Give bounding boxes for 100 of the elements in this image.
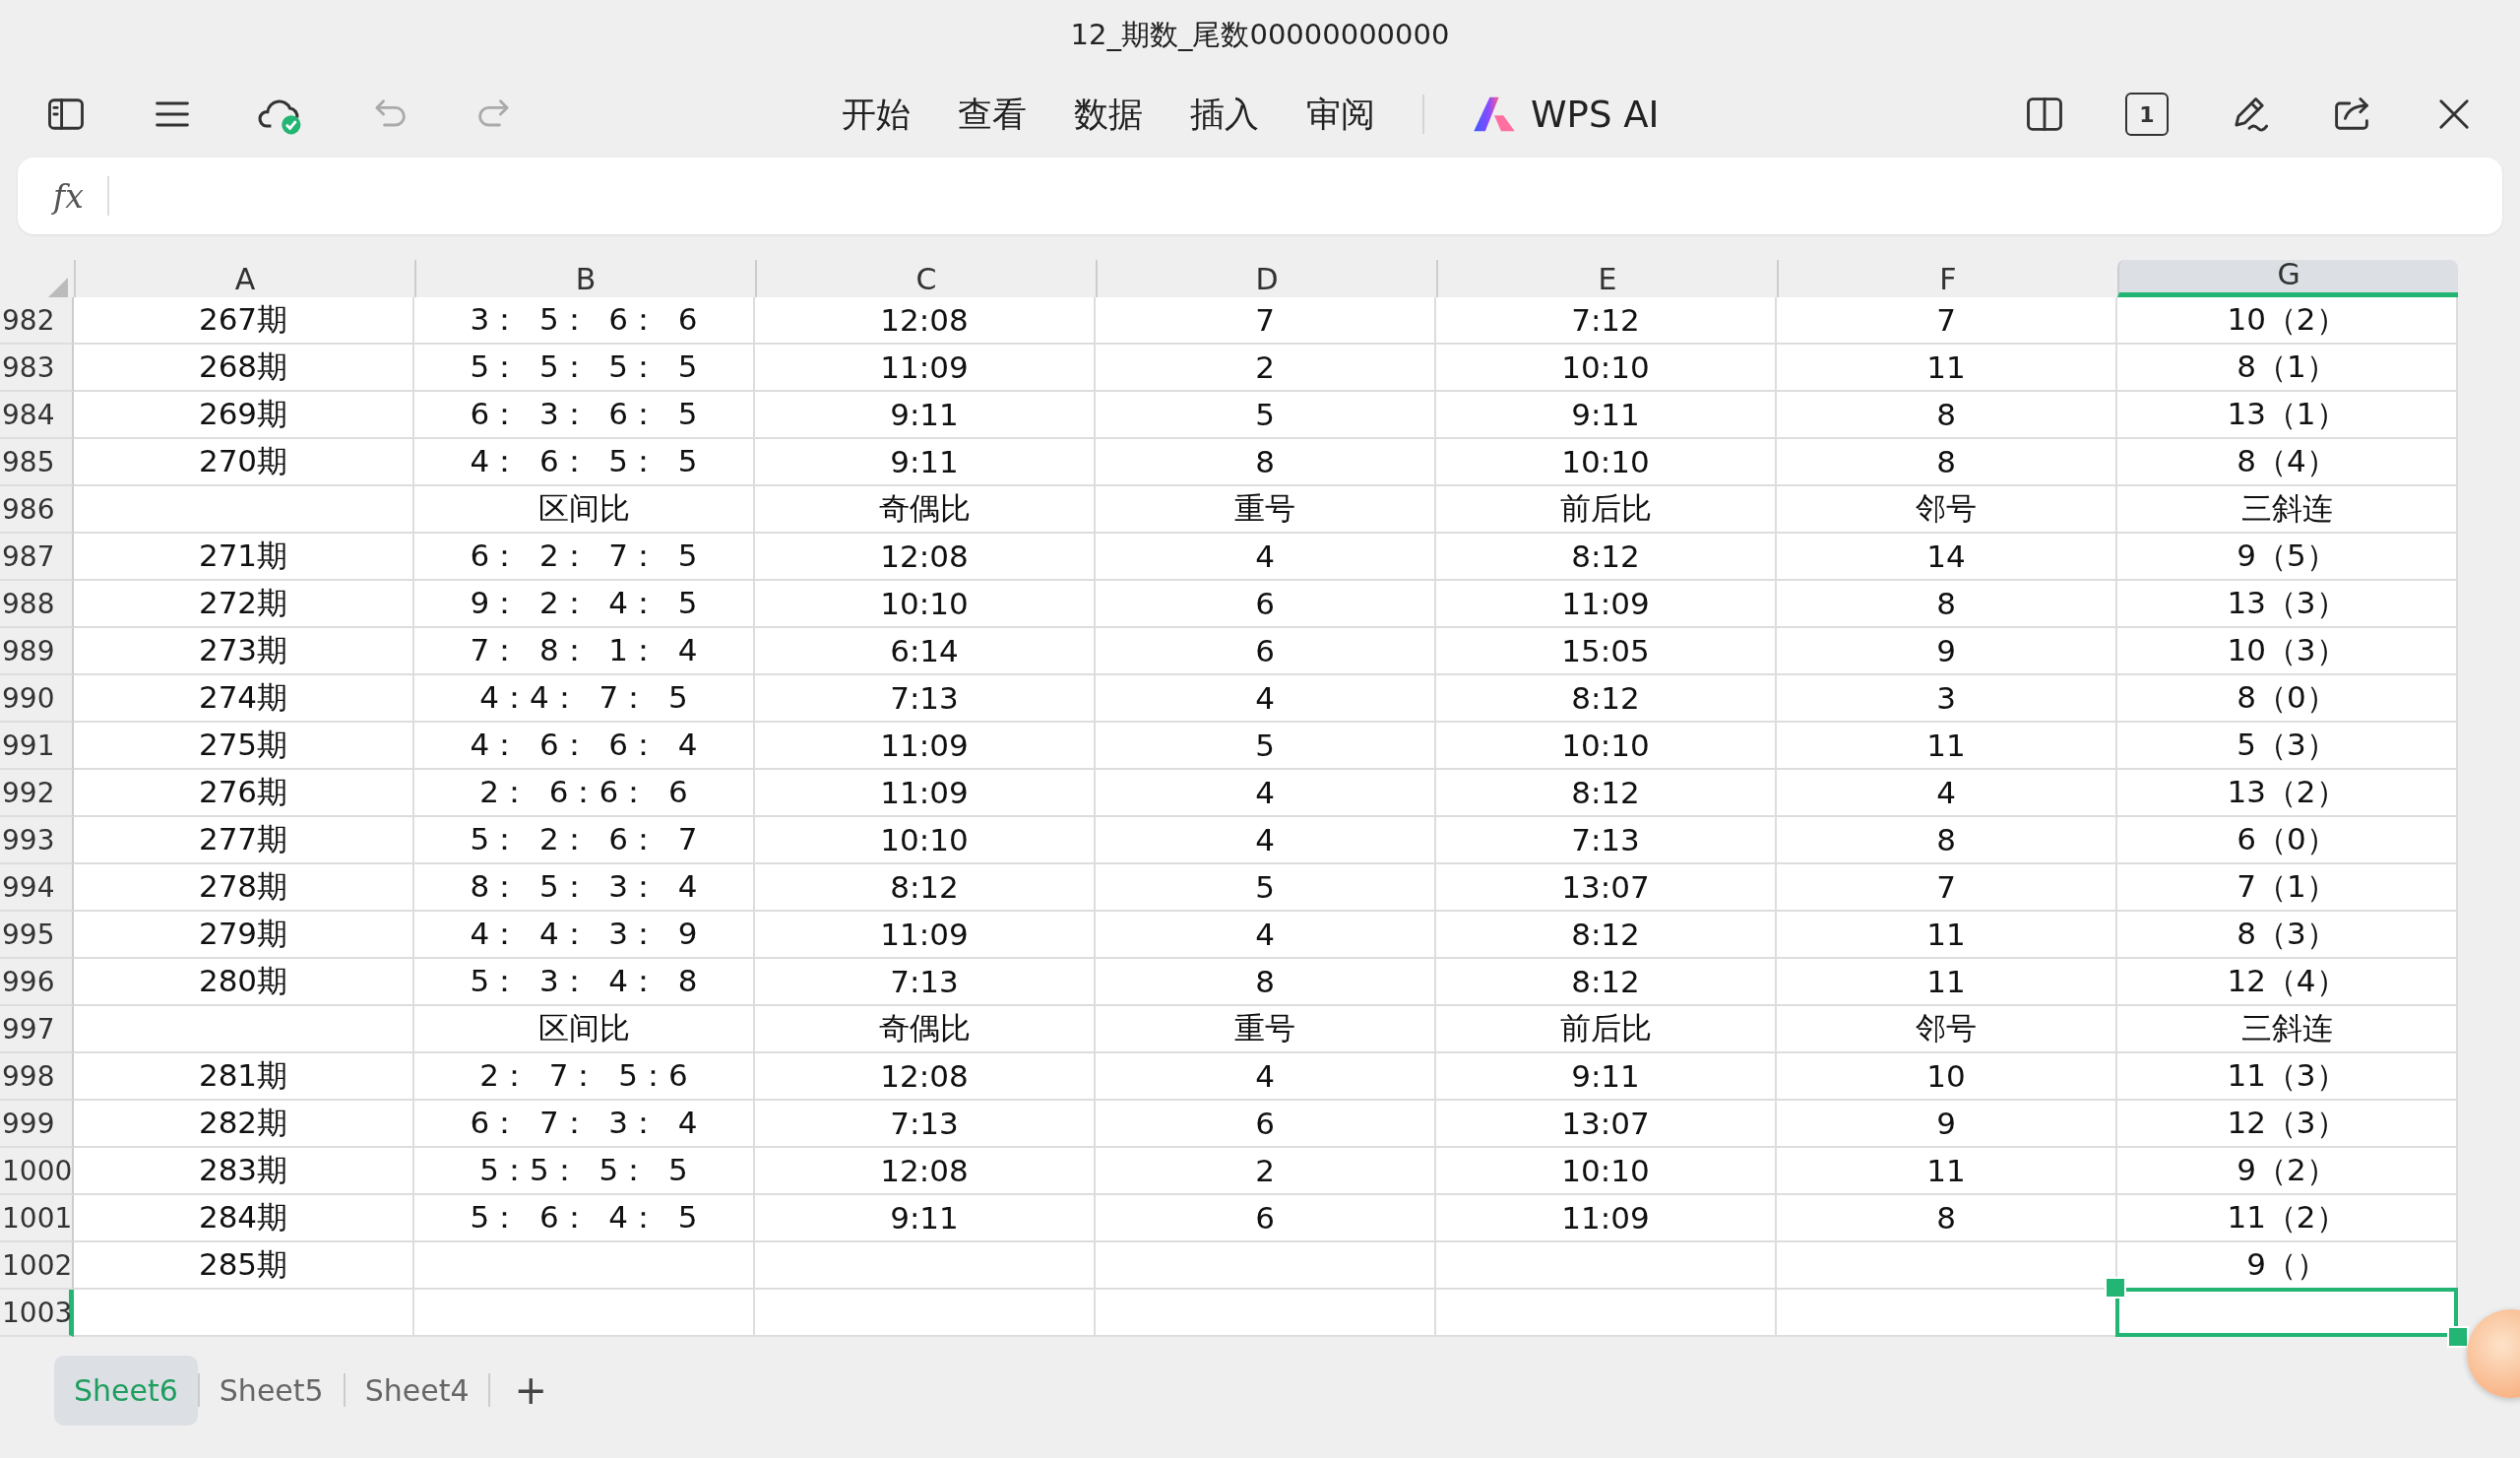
table-cell: 5（3）: [2117, 723, 2458, 770]
table-cell: 13（3）: [2117, 581, 2458, 628]
table-cell: 9:11: [1436, 392, 1777, 439]
table-cell: 269期: [74, 392, 414, 439]
table-cell: 9:11: [755, 392, 1096, 439]
table-cell: 12:08: [755, 1148, 1096, 1195]
menu-tab[interactable]: 开始: [842, 91, 911, 138]
row-header[interactable]: 1002: [0, 1242, 74, 1290]
table-cell: 8（1）: [2117, 345, 2458, 392]
table-cell: 7: [1777, 297, 2117, 345]
row-header[interactable]: 983: [0, 345, 74, 392]
table-cell: 2: [1096, 345, 1436, 392]
table-cell: 13:07: [1436, 1101, 1777, 1148]
table-cell: 4: [1096, 817, 1436, 864]
table-cell: 5: [1096, 392, 1436, 439]
table-cell: 9（2）: [2117, 1148, 2458, 1195]
table-cell: 11: [1777, 345, 2117, 392]
row-header[interactable]: 984: [0, 392, 74, 439]
row-header[interactable]: 996: [0, 959, 74, 1006]
row-header[interactable]: 995: [0, 912, 74, 959]
formula-bar[interactable]: fx: [18, 158, 2502, 234]
table-cell: 10:10: [1436, 345, 1777, 392]
table-cell: 8: [1777, 1195, 2117, 1242]
table-cell: 9： 2： 4： 5: [414, 581, 755, 628]
menu-tab[interactable]: 查看: [958, 91, 1027, 138]
fx-label: fx: [50, 176, 85, 216]
table-cell: 3： 5： 6： 6: [414, 297, 755, 345]
table-cell: 7:13: [755, 1101, 1096, 1148]
sheet-tab[interactable]: Sheet5: [199, 1355, 344, 1426]
row-header[interactable]: 990: [0, 675, 74, 723]
row-header[interactable]: 999: [0, 1101, 74, 1148]
table-cell: 10:10: [755, 581, 1096, 628]
menu-tab[interactable]: 插入: [1190, 91, 1259, 138]
table-cell: 4： 6： 5： 5: [414, 439, 755, 486]
row-header[interactable]: 988: [0, 581, 74, 628]
table-cell: 5：5： 5： 5: [414, 1148, 755, 1195]
table-cell: 奇偶比: [755, 1006, 1096, 1053]
row-header[interactable]: 1001: [0, 1195, 74, 1242]
table-cell: 8:12: [1436, 770, 1777, 817]
table-cell: 13（1）: [2117, 392, 2458, 439]
sheet-tab[interactable]: Sheet4: [345, 1355, 489, 1426]
table-cell: 6（0）: [2117, 817, 2458, 864]
table-cell: 8:12: [755, 864, 1096, 912]
table-cell: 7:12: [1436, 297, 1777, 345]
ai-button[interactable]: WPS AI: [1472, 93, 1660, 136]
table-cell: 奇偶比: [755, 486, 1096, 534]
table-cell: 10:10: [1436, 1148, 1777, 1195]
table-cell: 11:09: [755, 345, 1096, 392]
table-cell: 7:13: [1436, 817, 1777, 864]
table-cell: 4: [1096, 675, 1436, 723]
table-cell: 11（2）: [2117, 1195, 2458, 1242]
table-cell: 10:10: [1436, 723, 1777, 770]
table-cell: 11: [1777, 912, 2117, 959]
table-cell: 4： 4： 3： 9: [414, 912, 755, 959]
table-cell: 2： 6：6： 6: [414, 770, 755, 817]
menu-tab[interactable]: 审阅: [1306, 91, 1375, 138]
row-header[interactable]: 982: [0, 297, 74, 345]
table-cell: 5： 3： 4： 8: [414, 959, 755, 1006]
table-cell: 5： 5： 5： 5: [414, 345, 755, 392]
table-cell: 2: [1096, 1148, 1436, 1195]
row-header[interactable]: 998: [0, 1053, 74, 1101]
table-cell: 9: [1777, 1101, 2117, 1148]
table-cell: 重号: [1096, 486, 1436, 534]
table-cell: 10:10: [1436, 439, 1777, 486]
row-header[interactable]: 986: [0, 486, 74, 534]
row-header[interactable]: 997: [0, 1006, 74, 1053]
table-cell: 284期: [74, 1195, 414, 1242]
table-cell: 270期: [74, 439, 414, 486]
page-count-button[interactable]: 1: [2125, 93, 2169, 136]
table-cell: 14: [1777, 534, 2117, 581]
table-cell: 6: [1096, 628, 1436, 675]
table-cell: 5： 6： 4： 5: [414, 1195, 755, 1242]
row-header[interactable]: 992: [0, 770, 74, 817]
table-cell: 11:09: [1436, 581, 1777, 628]
table-cell: 7： 8： 1： 4: [414, 628, 755, 675]
menu-tab[interactable]: 数据: [1074, 91, 1143, 138]
table-cell: 11:09: [755, 770, 1096, 817]
column-header[interactable]: G: [2117, 260, 2458, 297]
table-cell: 274期: [74, 675, 414, 723]
table-cell: 280期: [74, 959, 414, 1006]
row-header[interactable]: 987: [0, 534, 74, 581]
row-header[interactable]: 993: [0, 817, 74, 864]
row-header[interactable]: 991: [0, 723, 74, 770]
table-cell: 15:05: [1436, 628, 1777, 675]
row-header[interactable]: 985: [0, 439, 74, 486]
table-cell: 4: [1096, 1053, 1436, 1101]
add-sheet-button[interactable]: +: [490, 1367, 571, 1413]
table-cell: 区间比: [414, 486, 755, 534]
table-cell: 268期: [74, 345, 414, 392]
table-cell: 9: [1777, 628, 2117, 675]
table-cell: 273期: [74, 628, 414, 675]
table-cell: 8（3）: [2117, 912, 2458, 959]
table-cell: 271期: [74, 534, 414, 581]
row-header[interactable]: 989: [0, 628, 74, 675]
row-header[interactable]: 1000: [0, 1148, 74, 1195]
row-header[interactable]: 994: [0, 864, 74, 912]
table-cell: 6： 3： 6： 5: [414, 392, 755, 439]
table-cell: 275期: [74, 723, 414, 770]
table-cell: 8:12: [1436, 912, 1777, 959]
table-cell: 区间比: [414, 1006, 755, 1053]
